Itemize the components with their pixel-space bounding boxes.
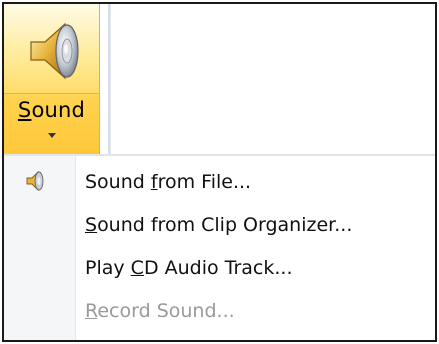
menu-item-play-cd-audio-track[interactable]: Play CD Audio Track... xyxy=(4,248,435,288)
dropdown-arrow-icon[interactable] xyxy=(47,132,57,139)
sound-button-label[interactable]: Sound xyxy=(4,98,99,122)
speaker-icon xyxy=(26,170,44,192)
sound-menu-window: Sound Sound from File... Sound from Clip… xyxy=(2,2,437,342)
menu-item-sound-from-clip-organizer[interactable]: Sound from Clip Organizer... xyxy=(4,205,435,245)
ribbon-group: Sound xyxy=(4,4,435,156)
menu-item-sound-from-file[interactable]: Sound from File... xyxy=(4,162,435,202)
sound-button-icon-area[interactable] xyxy=(4,4,99,94)
menu-item-label: Sound from Clip Organizer... xyxy=(85,214,353,236)
speaker-icon xyxy=(30,22,79,80)
ribbon-separator xyxy=(108,4,111,154)
menu-item-label: Play CD Audio Track... xyxy=(85,257,293,279)
menu-item-label: Sound from File... xyxy=(85,171,252,193)
menu-item-record-sound: Record Sound... xyxy=(4,291,435,331)
sound-button[interactable]: Sound xyxy=(4,4,100,154)
sound-dropdown-menu: Sound from File... Sound from Clip Organ… xyxy=(4,156,435,340)
menu-item-label: Record Sound... xyxy=(85,300,235,322)
